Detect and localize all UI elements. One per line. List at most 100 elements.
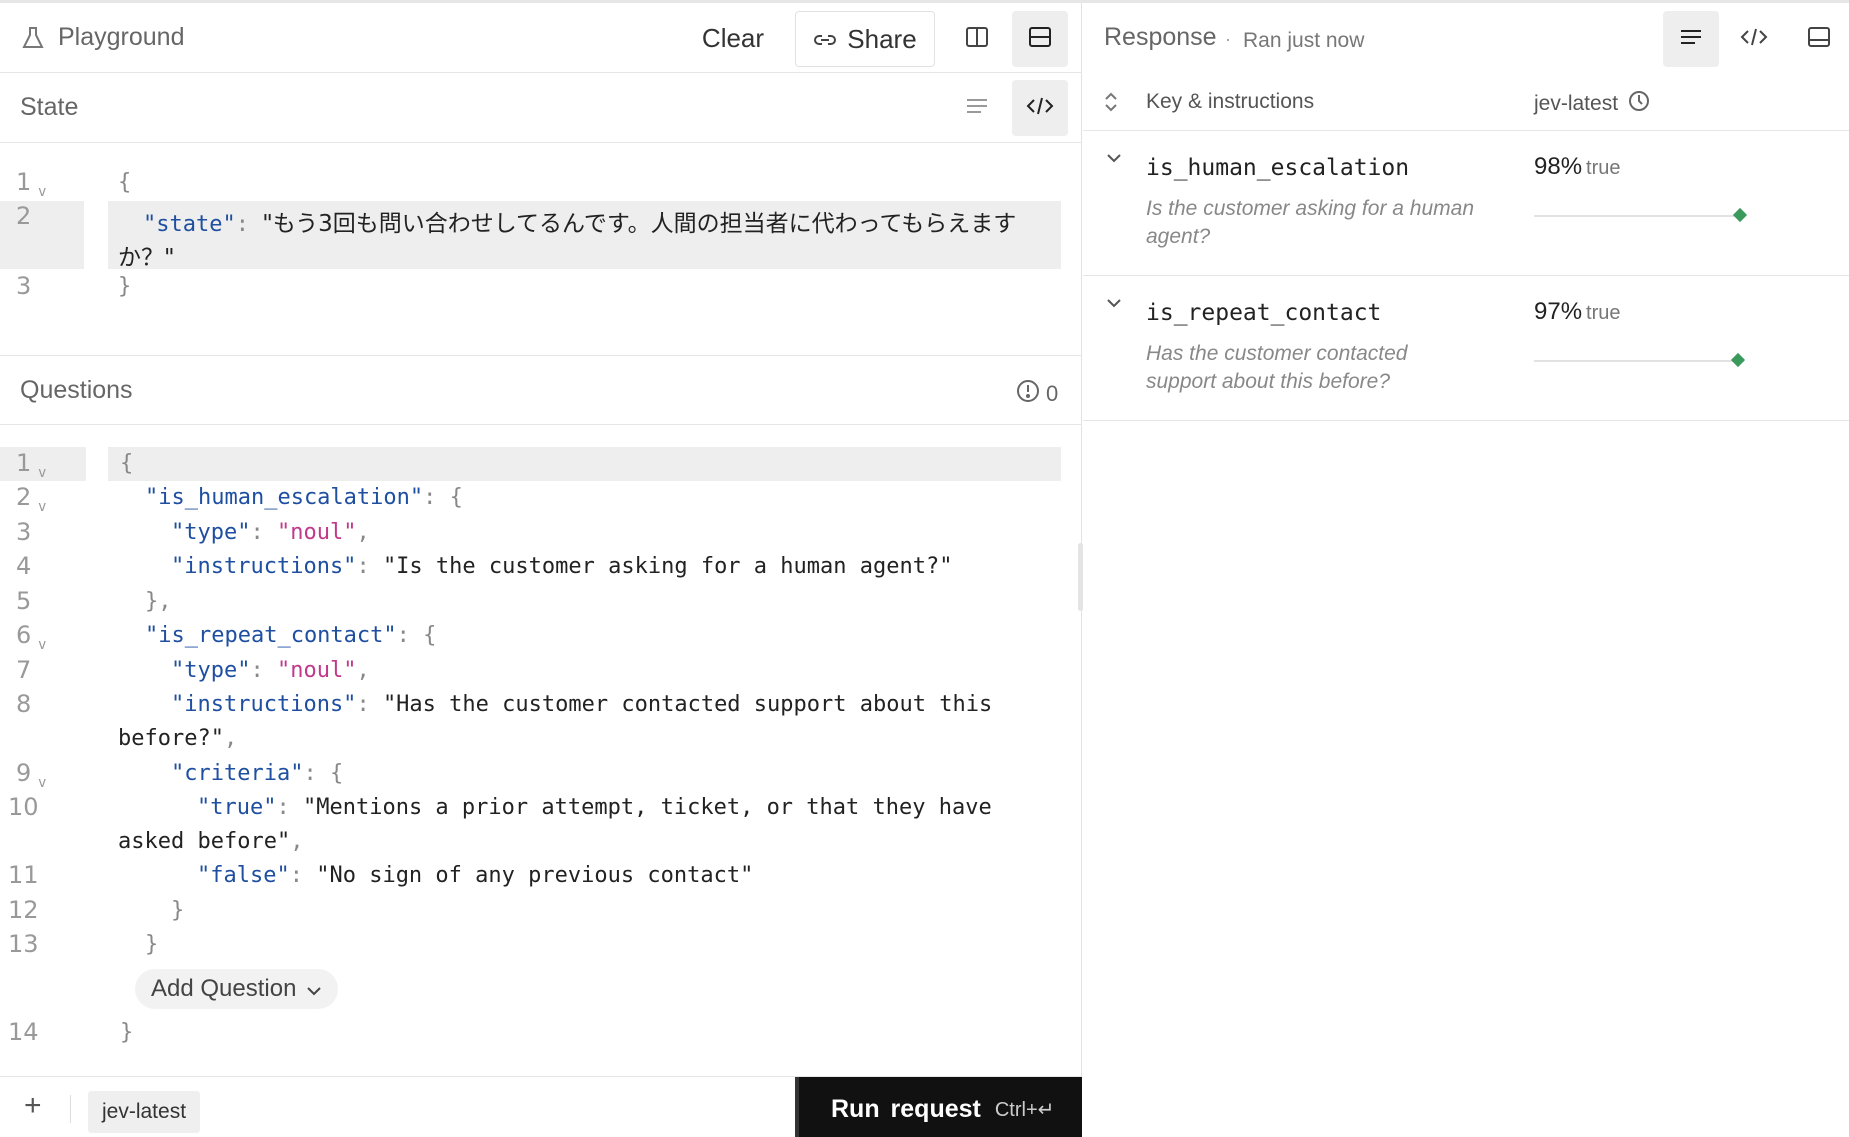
column-key-instructions: Key & instructions <box>1146 90 1315 113</box>
rows-icon <box>1028 25 1052 54</box>
line-number: 12 <box>8 896 39 924</box>
confidence-marker <box>1732 207 1747 223</box>
column-model-label: jev-latest <box>1534 92 1619 115</box>
response-row[interactable]: is_human_escalation Is the customer aski… <box>1083 131 1849 276</box>
panel-icon <box>1807 25 1831 54</box>
response-key: is_human_escalation <box>1146 155 1410 181</box>
divider <box>70 1095 71 1123</box>
separator-dot: · <box>1225 29 1231 49</box>
code-line: "is_human_escalation": { <box>145 485 463 510</box>
line-number: 13 <box>8 930 39 958</box>
run-request-button[interactable]: Run request Ctrl+↵ <box>795 1077 1082 1137</box>
issues-count: 0 <box>1046 381 1059 406</box>
response-pane: Response · Ran just now Key & instructio… <box>1083 3 1849 1137</box>
sort-toggle-icon[interactable] <box>1103 91 1119 118</box>
fold-chevron-icon[interactable]: v <box>38 775 46 791</box>
line-number: 5 <box>16 587 32 615</box>
confidence-track <box>1534 207 1747 223</box>
code-brace: { <box>118 170 132 195</box>
code-line: "false": "No sign of any previous contac… <box>197 863 754 888</box>
state-title: State <box>20 93 79 121</box>
response-layout-button[interactable] <box>1791 11 1847 67</box>
json-key: "state" <box>143 212 236 237</box>
code-line: "type": "noul", <box>171 658 370 683</box>
code-brace: } <box>118 274 132 299</box>
share-label: Share <box>847 23 917 54</box>
code-line: } <box>145 932 159 957</box>
chevron-down-icon[interactable] <box>1105 151 1123 169</box>
playground-app: Playground Clear Share State 1 v {2 "st… <box>0 0 1849 1137</box>
fold-chevron-icon[interactable]: v <box>38 637 46 653</box>
line-number: 1 <box>16 168 32 196</box>
code-icon <box>1740 27 1768 52</box>
active-line-highlight <box>108 447 1061 481</box>
code-brace: } <box>120 1020 134 1045</box>
code-line: "is_repeat_contact": { <box>145 623 437 648</box>
line-number: 2 <box>16 483 32 511</box>
model-chip[interactable]: jev-latest <box>88 1091 201 1133</box>
code-line: } <box>171 898 185 923</box>
playground-toolbar: Playground Clear Share <box>0 3 1082 73</box>
fold-chevron-icon[interactable]: v <box>38 184 46 200</box>
code-brace: { <box>120 451 134 476</box>
json-value: "もう3回も問い合わせしてるんです。人間の担当者に代わってもらえます <box>262 211 1017 237</box>
line-number: 14 <box>8 1018 39 1046</box>
clear-button[interactable]: Clear <box>688 15 778 61</box>
code-line-wrap: before?", <box>118 726 238 751</box>
fold-chevron-icon[interactable]: v <box>38 499 46 515</box>
response-code-view-button[interactable] <box>1726 11 1782 67</box>
response-instructions: Is the customer asking for a human agent… <box>1146 197 1474 248</box>
questions-title: Questions <box>20 376 133 404</box>
line-number: 2 <box>16 202 32 230</box>
json-value-wrap: か？" <box>118 245 175 271</box>
response-row[interactable]: is_repeat_contact Has the customer conta… <box>1083 276 1849 421</box>
questions-editor[interactable]: 1 2 3 4 5 6 7 8 9 10 11 12 13 14 v v v v… <box>0 447 1082 1057</box>
run-label: Run request <box>831 1094 981 1123</box>
flask-icon <box>20 25 46 51</box>
response-columns-header: Key & instructions jev-latest <box>1083 73 1849 131</box>
split-horizontal-layout-button[interactable] <box>1012 11 1068 67</box>
code-line: "state": "もう3回も問い合わせしてるんです。人間の担当者に代わってもら… <box>143 211 1017 237</box>
column-model: jev-latest <box>1534 90 1650 118</box>
line-number: 11 <box>8 861 39 889</box>
line-number: 3 <box>16 518 32 546</box>
lines-icon <box>1679 27 1703 52</box>
code-line: "true": "Mentions a prior attempt, ticke… <box>197 795 992 820</box>
fold-chevron-icon[interactable]: v <box>38 465 46 481</box>
chevron-down-icon[interactable] <box>1105 296 1123 314</box>
add-question-label: Add Question <box>151 975 297 1002</box>
questions-section-header: Questions <box>0 355 1082 425</box>
confidence-track <box>1534 352 1745 368</box>
line-number: 3 <box>16 272 32 300</box>
active-line-gutter <box>0 201 84 269</box>
response-table-view-button[interactable] <box>1663 11 1719 67</box>
state-section-header: State <box>0 73 1082 143</box>
issues-indicator[interactable]: 0 <box>1016 379 1058 409</box>
add-question-button[interactable]: Add Question <box>135 969 339 1009</box>
state-text-view-button[interactable] <box>949 80 1005 136</box>
confidence-marker <box>1730 352 1745 368</box>
code-line: "instructions": "Has the customer contac… <box>171 692 993 717</box>
code-icon <box>1026 96 1054 121</box>
page-title: Playground <box>58 23 185 51</box>
response-key: is_repeat_contact <box>1146 300 1382 326</box>
chevron-down-icon <box>306 975 322 1003</box>
ran-timestamp: Ran just now <box>1243 29 1365 52</box>
link-icon <box>813 24 837 55</box>
line-number: 1 <box>16 449 32 477</box>
response-title: Response <box>1104 23 1217 51</box>
split-vertical-layout-button[interactable] <box>949 11 1005 67</box>
lines-icon <box>965 96 989 121</box>
line-number: 6 <box>16 621 32 649</box>
response-instructions: Has the customer contacted support about… <box>1146 342 1408 393</box>
state-editor[interactable]: 1 v { 2 "state": "もう3回も問い合わせしてるんです。人間の担当… <box>0 144 1082 354</box>
code-line: "instructions": "Is the customer asking … <box>171 554 953 579</box>
line-number: 4 <box>16 552 32 580</box>
confidence-label: 98% true <box>1534 153 1621 180</box>
run-shortcut: Ctrl+↵ <box>994 1098 1055 1121</box>
state-code-view-button[interactable] <box>1012 80 1068 136</box>
add-model-button[interactable]: + <box>24 1089 42 1123</box>
code-line: "criteria": { <box>171 761 344 786</box>
share-button[interactable]: Share <box>795 11 935 67</box>
run-bar: + jev-latest Run request Ctrl+↵ <box>0 1076 1082 1137</box>
